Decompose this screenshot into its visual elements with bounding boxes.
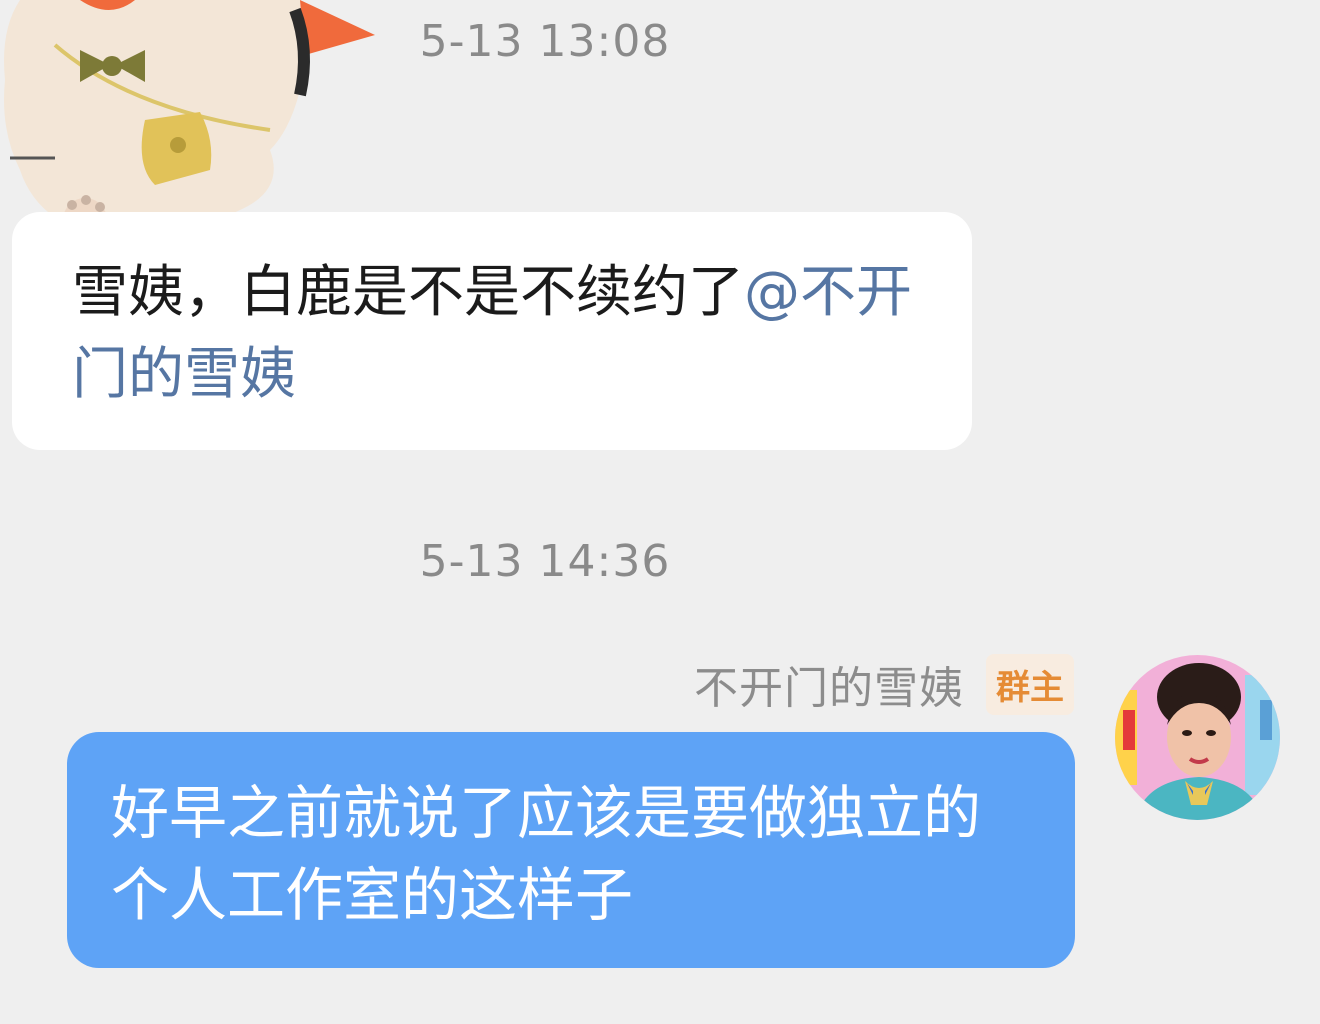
message-text: 雪姨，白鹿是不是不续约了 [72, 260, 744, 325]
group-owner-badge: 群主 [986, 653, 1074, 715]
message-timestamp: 5-13 14:36 [419, 536, 671, 587]
sender-name[interactable]: 不开门的雪姨 [694, 652, 964, 716]
message-timestamp: 5-13 13:08 [419, 16, 671, 67]
user-avatar[interactable] [1115, 655, 1280, 820]
chat-screen: 5-13 13:08 雪姨，白鹿是不是不续约了@不开门的雪姨 5-13 14:3… [0, 0, 1320, 1024]
message-text: 好早之前就说了应该是要做独立的个人工作室的这样子 [111, 779, 982, 929]
avatar-image [1115, 655, 1280, 820]
outgoing-message-bubble[interactable]: 好早之前就说了应该是要做独立的个人工作室的这样子 [67, 732, 1075, 968]
sender-info: 不开门的雪姨 群主 [694, 652, 1074, 716]
incoming-message-bubble[interactable]: 雪姨，白鹿是不是不续约了@不开门的雪姨 [12, 212, 972, 450]
